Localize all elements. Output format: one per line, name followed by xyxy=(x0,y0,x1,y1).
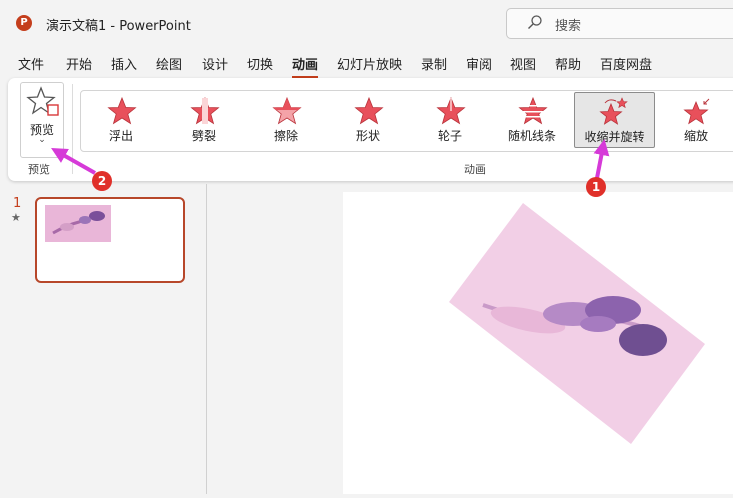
animation-float-in[interactable]: 浮出 xyxy=(81,92,161,148)
animation-label: 随机线条 xyxy=(507,129,556,143)
ribbon-divider xyxy=(72,84,73,174)
window-title: 演示文稿1 - PowerPoint xyxy=(46,19,191,34)
preview-group-label: 预览 xyxy=(28,163,50,176)
animation-label: 形状 xyxy=(355,129,380,143)
annotation-badge-2: 2 xyxy=(92,171,112,191)
animation-label: 缩放 xyxy=(683,129,708,143)
star-shrink-turn-icon xyxy=(599,97,628,125)
tab-design[interactable]: 设计 xyxy=(202,54,228,73)
animation-star-marker-icon: ★ xyxy=(11,211,21,224)
star-wheel-icon xyxy=(436,96,466,125)
thumbnail-flower-image xyxy=(45,205,111,242)
title-bar: P 演示文稿1 - PowerPoint 搜索 xyxy=(0,0,733,46)
search-input[interactable]: 搜索 xyxy=(506,8,733,39)
star-zoom-icon xyxy=(683,98,710,125)
ribbon-tabs: 文件 开始 插入 绘图 设计 切换 动画 幻灯片放映 录制 审阅 视图 帮助 百… xyxy=(0,50,733,78)
star-shape-icon xyxy=(354,96,384,125)
tab-help[interactable]: 帮助 xyxy=(555,54,581,73)
animation-label: 浮出 xyxy=(108,129,133,143)
star-split-icon xyxy=(190,96,220,125)
tab-transitions[interactable]: 切换 xyxy=(247,54,273,73)
animation-label: 轮子 xyxy=(437,129,462,143)
tab-baidu-netdisk[interactable]: 百度网盘 xyxy=(600,54,652,73)
animation-wheel[interactable]: 轮子 xyxy=(410,92,490,148)
animation-split[interactable]: 劈裂 xyxy=(164,92,244,148)
star-wipe-icon xyxy=(272,96,302,125)
animation-wipe[interactable]: 擦除 xyxy=(246,92,326,148)
chevron-down-icon[interactable]: ⌄ xyxy=(21,135,63,145)
annotation-badge-1: 1 xyxy=(586,177,606,197)
animation-group-label: 动画 xyxy=(464,163,486,176)
pane-divider[interactable] xyxy=(206,184,207,494)
star-random-bars-icon xyxy=(518,96,548,125)
tab-insert[interactable]: 插入 xyxy=(111,54,137,73)
animation-label: 收缩并旋转 xyxy=(584,130,645,144)
preview-star-icon xyxy=(26,86,59,116)
animation-random-bars[interactable]: 随机线条 xyxy=(492,92,572,148)
animation-shape[interactable]: 形状 xyxy=(328,92,408,148)
animation-shrink-turn[interactable]: 收缩并旋转 xyxy=(574,92,655,148)
tab-draw[interactable]: 绘图 xyxy=(156,54,182,73)
tab-animations[interactable]: 动画 xyxy=(292,54,319,78)
animation-label: 擦除 xyxy=(273,129,298,143)
powerpoint-logo-icon: P xyxy=(16,15,32,31)
tab-file[interactable]: 文件 xyxy=(18,54,44,73)
slide-canvas[interactable] xyxy=(343,192,733,494)
search-placeholder: 搜索 xyxy=(555,19,582,34)
tab-record[interactable]: 录制 xyxy=(421,54,447,73)
animation-label: 劈裂 xyxy=(191,129,216,143)
tab-review[interactable]: 审阅 xyxy=(466,54,492,73)
tab-slide-show[interactable]: 幻灯片放映 xyxy=(337,54,402,73)
slide-flower-image[interactable] xyxy=(343,192,733,494)
slide-number: 1 xyxy=(13,196,22,211)
search-icon xyxy=(528,15,542,29)
animation-zoom[interactable]: 缩放 xyxy=(656,92,733,148)
tab-view[interactable]: 视图 xyxy=(510,54,536,73)
star-float-in-icon xyxy=(107,96,137,125)
slide-thumbnail[interactable] xyxy=(35,197,185,283)
preview-button[interactable]: 预览 ⌄ xyxy=(20,82,64,158)
tab-home[interactable]: 开始 xyxy=(66,54,92,73)
